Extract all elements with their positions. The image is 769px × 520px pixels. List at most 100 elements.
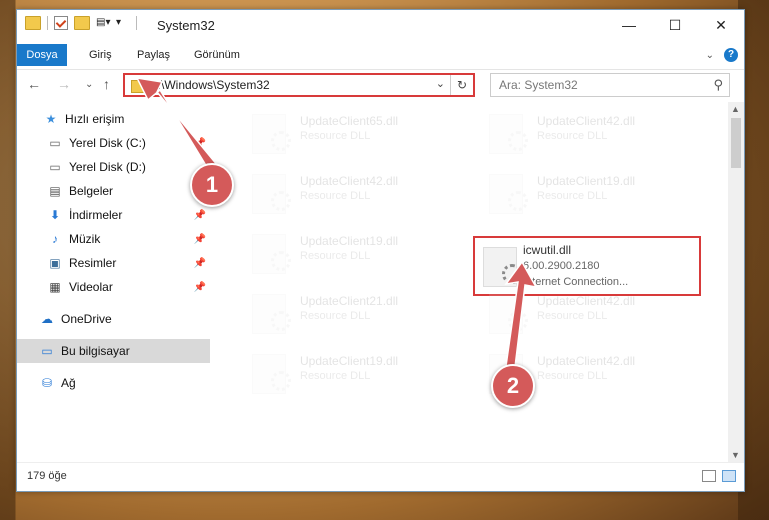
address-path[interactable]: C:\Windows\System32 <box>149 78 270 92</box>
sidebar-item-music[interactable]: ♪ Müzik 📌 <box>17 227 210 251</box>
folder-icon <box>131 80 146 93</box>
customize-icon[interactable]: ▤▾ <box>96 17 110 29</box>
pictures-icon: ▣ <box>49 256 61 270</box>
refresh-icon[interactable]: ↻ <box>450 75 473 95</box>
network-icon: ⛁ <box>41 376 53 390</box>
file-type: Resource DLL <box>537 370 608 382</box>
file-tile[interactable]: UpdateClient21.dll Resource DLL <box>238 286 438 338</box>
navigation-bar: ← → ⌄ ↑ C:\Windows\System32 ⌄ ↻ Ara: Sys… <box>17 69 744 100</box>
sidebar-item-label: Resimler <box>69 256 117 270</box>
sidebar-item-this-pc[interactable]: ▭ Bu bilgisayar <box>17 339 210 363</box>
maximize-button[interactable]: ☐ <box>652 10 698 40</box>
chevron-down-icon[interactable]: ⌄ <box>436 77 445 90</box>
chevron-down-icon[interactable]: ⌄ <box>706 50 714 61</box>
dll-file-icon <box>483 247 522 287</box>
file-name: UpdateClient42.dll <box>300 174 399 188</box>
address-bar[interactable]: C:\Windows\System32 ⌄ ↻ <box>123 73 475 97</box>
step-1-badge: 1 <box>190 163 234 207</box>
back-arrow-icon[interactable]: ← <box>27 76 41 92</box>
sidebar-item-label: OneDrive <box>61 312 112 326</box>
item-count: 179 öğe <box>27 470 67 482</box>
navigation-pane: ★ Hızlı erişim ▭ Yerel Disk (C:) 📌 ▭ Yer… <box>17 102 210 462</box>
star-icon: ★ <box>45 112 57 126</box>
download-icon: ⬇ <box>49 208 61 222</box>
file-name: UpdateClient42.dll <box>537 354 636 368</box>
file-name: UpdateClient42.dll <box>537 114 636 128</box>
pin-icon: 📌 <box>193 209 206 221</box>
dll-file-icon <box>489 294 528 334</box>
pin-icon: 📌 <box>193 233 206 245</box>
cloud-icon: ☁ <box>41 312 53 326</box>
details-view-icon[interactable] <box>702 470 716 482</box>
minimize-button[interactable]: — <box>606 10 652 40</box>
sidebar-item-documents[interactable]: ▤ Belgeler <box>17 179 210 203</box>
file-tile[interactable]: UpdateClient42.dll Resource DLL <box>238 166 438 218</box>
sidebar-item-label: Belgeler <box>69 184 114 198</box>
file-name: UpdateClient19.dll <box>300 234 399 248</box>
divider <box>136 16 137 30</box>
pin-icon: 📌 <box>193 281 206 293</box>
sidebar-item-label: Müzik <box>69 232 101 246</box>
help-icon[interactable]: ? <box>724 48 738 62</box>
sidebar-item-label: Ağ <box>61 376 76 390</box>
close-button[interactable]: ✕ <box>698 10 744 40</box>
file-type: Resource DLL <box>537 310 608 322</box>
up-arrow-icon[interactable]: ↑ <box>103 76 110 92</box>
file-tile[interactable]: UpdateClient42.dll Resource DLL <box>475 106 675 158</box>
file-type: Resource DLL <box>537 190 608 202</box>
sidebar-item-disk-c[interactable]: ▭ Yerel Disk (C:) 📌 <box>17 131 210 155</box>
file-tile[interactable]: UpdateClient19.dll Resource DLL <box>475 166 675 218</box>
file-type: Resource DLL <box>300 130 371 142</box>
scroll-down-icon[interactable]: ▼ <box>731 450 740 460</box>
dll-file-icon <box>252 294 291 334</box>
recent-dropdown-icon[interactable]: ⌄ <box>85 79 93 90</box>
step-2-badge: 2 <box>491 364 535 408</box>
properties-icon[interactable] <box>54 16 68 30</box>
search-box[interactable]: Ara: System32 ⚲ <box>490 73 730 97</box>
pin-icon: 📌 <box>193 137 206 149</box>
sidebar-item-label: İndirmeler <box>69 208 123 222</box>
file-tile[interactable]: UpdateClient65.dll Resource DLL <box>238 106 438 158</box>
tab-share[interactable]: Paylaş <box>137 44 170 66</box>
tab-file[interactable]: Dosya <box>17 44 67 66</box>
music-icon: ♪ <box>52 232 58 246</box>
sidebar-item-label: Hızlı erişim <box>65 112 125 126</box>
file-type: Resource DLL <box>537 130 608 142</box>
sidebar-item-pictures[interactable]: ▣ Resimler 📌 <box>17 251 210 275</box>
file-tile[interactable]: UpdateClient19.dll Resource DLL <box>238 346 438 398</box>
ribbon-tabs: Dosya Giriş Paylaş Görünüm <box>17 44 744 66</box>
forward-arrow-icon[interactable]: → <box>57 76 71 92</box>
tiles-view-icon[interactable] <box>722 470 736 482</box>
sidebar-item-quick-access[interactable]: ★ Hızlı erişim <box>17 107 210 131</box>
sidebar-item-network[interactable]: ⛁ Ağ <box>17 371 210 395</box>
sidebar-item-onedrive[interactable]: ☁ OneDrive <box>17 307 210 331</box>
tab-view[interactable]: Görünüm <box>194 44 240 66</box>
file-tile[interactable]: UpdateClient42.dll Resource DLL <box>475 286 675 338</box>
file-name: UpdateClient19.dll <box>300 354 399 368</box>
sidebar-item-label: Yerel Disk (D:) <box>69 160 146 174</box>
sidebar-item-disk-d[interactable]: ▭ Yerel Disk (D:) <box>17 155 210 179</box>
dll-file-icon <box>489 174 528 214</box>
search-input[interactable]: Ara: System32 <box>499 78 578 92</box>
sidebar-item-downloads[interactable]: ⬇ İndirmeler 📌 <box>17 203 210 227</box>
drive-icon: ▭ <box>49 160 61 174</box>
computer-icon: ▭ <box>41 344 53 358</box>
sidebar-item-label: Videolar <box>69 280 113 294</box>
scroll-up-icon[interactable]: ▲ <box>731 104 740 114</box>
file-type: Resource DLL <box>300 370 371 382</box>
sidebar-item-label: Yerel Disk (C:) <box>69 136 146 150</box>
new-folder-icon[interactable] <box>74 16 90 30</box>
dll-file-icon <box>252 354 291 394</box>
scrollbar-thumb[interactable] <box>731 118 741 168</box>
sidebar-item-videos[interactable]: ▦ Videolar 📌 <box>17 275 210 299</box>
qat-dropdown-icon[interactable]: ▾ <box>116 17 130 29</box>
vertical-scrollbar[interactable]: ▲ ▼ <box>728 102 744 462</box>
status-bar: 179 öğe <box>17 462 744 491</box>
tab-home[interactable]: Giriş <box>89 44 112 66</box>
file-name: UpdateClient42.dll <box>537 294 636 308</box>
drive-icon: ▭ <box>49 136 61 150</box>
dll-file-icon <box>252 174 291 214</box>
search-icon[interactable]: ⚲ <box>713 77 723 93</box>
file-tile[interactable]: UpdateClient19.dll Resource DLL <box>238 226 438 278</box>
file-name: UpdateClient65.dll <box>300 114 399 128</box>
